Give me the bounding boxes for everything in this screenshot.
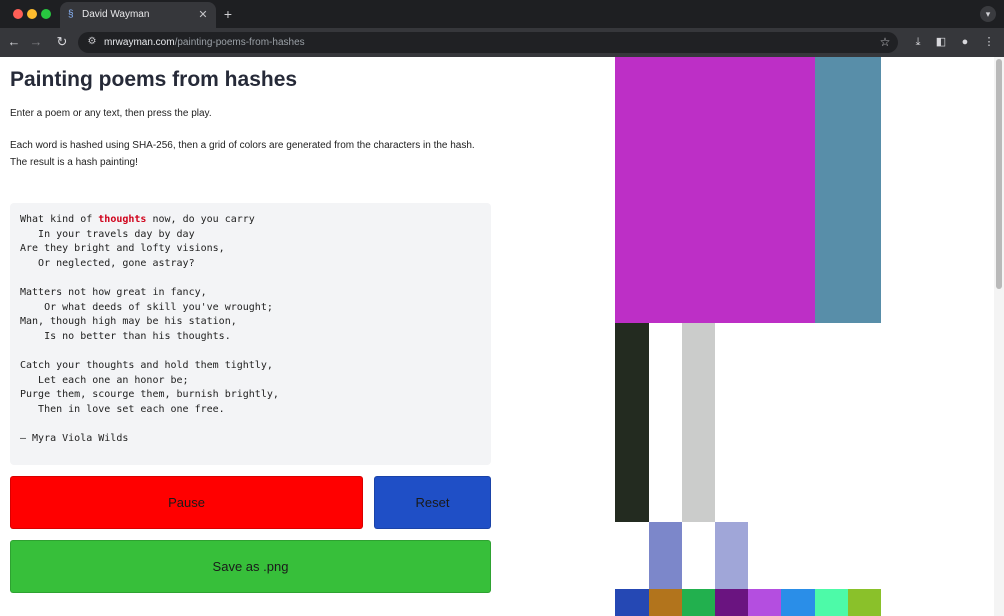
browser-tab[interactable]: § David Wayman ✕ bbox=[60, 2, 216, 28]
pause-button[interactable]: Pause bbox=[10, 476, 363, 529]
painting-cell bbox=[748, 589, 781, 616]
browser-titlebar: § David Wayman ✕ + ▾ bbox=[0, 0, 1004, 28]
painting-cell bbox=[615, 589, 649, 616]
painting-cell bbox=[649, 323, 682, 522]
site-info-icon[interactable]: ⚙ bbox=[86, 36, 98, 48]
painting-cell bbox=[615, 57, 815, 323]
poem-line-1-start: What kind of bbox=[20, 214, 99, 225]
url-text: mrwayman.com/painting-poems-from-hashes bbox=[104, 36, 305, 49]
tab-close-icon[interactable]: ✕ bbox=[196, 8, 210, 22]
description-line-2: The result is a hash painting! bbox=[10, 157, 138, 168]
download-icon[interactable]: ⤓ bbox=[910, 34, 926, 50]
painting-cell bbox=[682, 323, 715, 522]
description-text: Each word is hashed using SHA-256, then … bbox=[10, 137, 491, 171]
current-word-highlight: thoughts bbox=[98, 214, 147, 225]
painting-cell bbox=[649, 589, 682, 616]
page-viewport: Painting poems from hashes Enter a poem … bbox=[0, 57, 1004, 616]
browser-toolbar: ← → ↻ ⚙ mrwayman.com/painting-poems-from… bbox=[0, 28, 1004, 57]
close-window-button[interactable] bbox=[13, 9, 23, 19]
reset-button[interactable]: Reset bbox=[374, 476, 491, 529]
browser-menu-icon[interactable]: ⋮ bbox=[981, 34, 997, 50]
painting-cell bbox=[815, 57, 881, 323]
maximize-window-button[interactable] bbox=[41, 9, 51, 19]
page-title: Painting poems from hashes bbox=[10, 68, 298, 91]
painting-cell bbox=[615, 323, 649, 522]
forward-arrow-icon[interactable]: → bbox=[28, 34, 44, 50]
painting-cell bbox=[781, 589, 815, 616]
intro-text: Enter a poem or any text, then press the… bbox=[10, 108, 212, 119]
hash-painting bbox=[615, 57, 881, 616]
site-favicon-icon: § bbox=[68, 9, 74, 20]
painting-cell bbox=[682, 589, 715, 616]
profile-avatar-icon[interactable]: ● bbox=[957, 34, 973, 50]
poem-editor[interactable]: What kind of thoughts now, do you carry … bbox=[10, 203, 491, 465]
reload-icon[interactable]: ↻ bbox=[54, 34, 70, 50]
address-bar[interactable]: ⚙ mrwayman.com/painting-poems-from-hashe… bbox=[78, 32, 898, 53]
poem-line-1-end: now, do you carry bbox=[146, 214, 255, 225]
bookmark-star-icon[interactable]: ☆ bbox=[878, 35, 892, 49]
save-png-button[interactable]: Save as .png bbox=[10, 540, 491, 593]
description-line-1: Each word is hashed using SHA-256, then … bbox=[10, 140, 475, 151]
poem-text[interactable]: What kind of thoughts now, do you carry … bbox=[20, 213, 279, 447]
vertical-scrollbar[interactable] bbox=[994, 57, 1004, 616]
scrollbar-thumb[interactable] bbox=[996, 59, 1002, 289]
painting-cell bbox=[715, 589, 748, 616]
painting-cell bbox=[715, 522, 748, 589]
tab-title: David Wayman bbox=[82, 9, 150, 20]
url-path: /painting-poems-from-hashes bbox=[174, 37, 305, 48]
minimize-window-button[interactable] bbox=[27, 9, 37, 19]
painting-cell bbox=[815, 589, 848, 616]
side-panel-icon[interactable]: ◧ bbox=[933, 34, 949, 50]
back-arrow-icon[interactable]: ← bbox=[6, 34, 22, 50]
url-host: mrwayman.com bbox=[104, 37, 175, 48]
painting-cell bbox=[649, 522, 682, 589]
new-tab-plus-icon[interactable]: + bbox=[220, 6, 236, 22]
tab-search-chevron-icon[interactable]: ▾ bbox=[980, 6, 996, 22]
poem-body: In your travels day by day Are they brig… bbox=[20, 228, 279, 444]
painting-cell bbox=[848, 589, 881, 616]
